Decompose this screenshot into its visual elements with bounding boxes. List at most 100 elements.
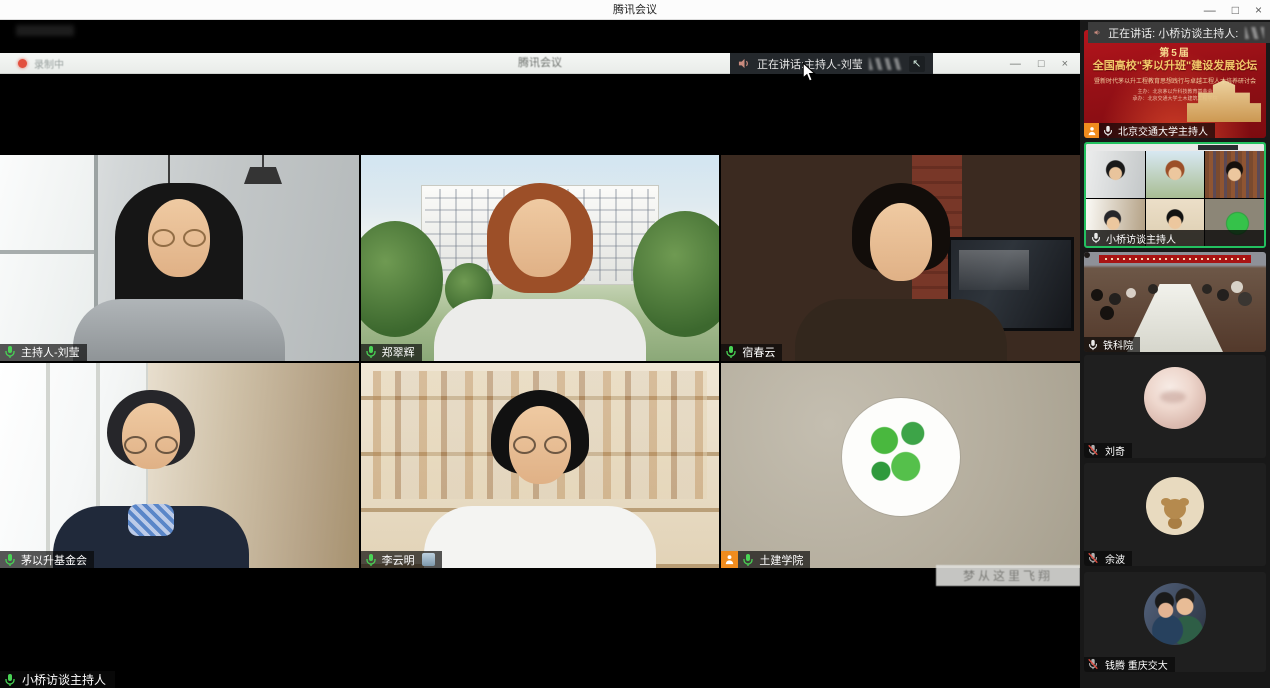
mic-on-icon <box>741 553 755 567</box>
inner-window-titlebar: 录制中 腾讯会议 正在讲话:主持人-刘莹 ↖ — □ × <box>0 53 1080 74</box>
name-tag: 主持人-刘莹 <box>0 344 87 361</box>
screen-watermark: 梦从这里飞翔 <box>936 565 1080 586</box>
thumbnail-liuqi[interactable]: 刘奇 <box>1084 355 1266 458</box>
poster-edition: 第5届 <box>1084 44 1266 59</box>
hand-raised-icon <box>721 551 738 568</box>
participant-video <box>425 183 655 361</box>
mini-tile <box>1205 151 1264 198</box>
status-emoji-chip <box>422 553 435 566</box>
mic-muted-icon <box>1087 658 1101 672</box>
avatar <box>1144 583 1206 645</box>
video-tile-host-liuying[interactable]: 主持人-刘莹 <box>0 155 359 361</box>
speaking-now-text: 正在讲话: 小桥访谈主持人: <box>1108 25 1238 41</box>
participant-name: 宿春云 <box>742 344 775 360</box>
avatar <box>1144 367 1206 429</box>
inner-window-controls: — □ × <box>1010 53 1068 74</box>
participant-name: 刘奇 <box>1105 443 1125 458</box>
name-tag: 铁科院 <box>1084 337 1140 352</box>
clover-avatar <box>842 398 960 516</box>
thumbnail-tiekeyuan[interactable]: 铁科院 <box>1084 252 1266 352</box>
name-tag: 余波 <box>1084 551 1132 566</box>
participant-name: 铁科院 <box>1103 337 1133 352</box>
mic-on-icon <box>364 345 378 359</box>
participant-name: 主持人-刘莹 <box>21 344 80 360</box>
mic-on-icon <box>364 553 378 567</box>
poster-title: 全国高校"茅以升班"建设发展论坛 <box>1084 60 1266 73</box>
poster-subtitle: 暨新时代茅以升工程教育思想践行与卓越工程人才培养研讨会 <box>1084 76 1266 85</box>
inner-minimize-button[interactable]: — <box>1010 58 1021 70</box>
name-tag-inner: 北京交通大学主持人 <box>1099 123 1215 138</box>
forum-poster: 第5届 全国高校"茅以升班"建设发展论坛 暨新时代茅以升工程教育思想践行与卓越工… <box>1084 30 1266 138</box>
mic-on-icon <box>3 553 17 567</box>
mic-muted-icon <box>1087 444 1101 458</box>
window-title: 腾讯会议 <box>0 0 1270 20</box>
inner-speaking-banner: 正在讲话:主持人-刘莹 ↖ <box>730 53 933 74</box>
name-tag-inner: 土建学院 <box>738 551 810 568</box>
participant-name: 茅以升基金会 <box>21 552 87 568</box>
video-tile-suchunyun[interactable]: 宿春云 <box>721 155 1080 361</box>
scarf-decor <box>128 504 174 536</box>
mic-on-icon <box>1090 232 1102 244</box>
name-tag: 土建学院 <box>721 551 810 568</box>
participant-name: 北京交通大学主持人 <box>1118 123 1208 138</box>
participant-name: 李云明 <box>382 552 415 568</box>
name-tag: 李云明 <box>361 551 442 568</box>
name-tag: 茅以升基金会 <box>0 551 94 568</box>
lamp-cord <box>262 155 264 169</box>
participant-video <box>36 390 266 568</box>
mini-tile <box>1146 151 1205 198</box>
minimize-button[interactable]: — <box>1204 0 1216 20</box>
participant-name: 土建学院 <box>759 552 803 568</box>
mic-on-icon <box>3 673 17 687</box>
speaker-icon <box>1094 26 1101 39</box>
video-tile-liyunming[interactable]: 李云明 <box>361 363 720 569</box>
back-arrow-icon[interactable]: ↖ <box>909 56 925 72</box>
inner-close-button[interactable]: × <box>1062 58 1068 70</box>
mic-on-icon <box>3 345 17 359</box>
video-tile-maoyisheng-foundation[interactable]: 茅以升基金会 <box>0 363 359 569</box>
wall-banner-decor <box>1099 255 1252 263</box>
name-tag: 宿春云 <box>721 344 782 361</box>
watermark-smudge <box>16 25 74 36</box>
name-tag: 小桥访谈主持人 <box>1086 230 1264 246</box>
close-button[interactable]: × <box>1255 0 1262 20</box>
thumbnail-yubo[interactable]: 余波 <box>1084 463 1266 566</box>
conference-table-decor <box>1127 284 1223 352</box>
blurred-logo <box>1245 27 1264 39</box>
video-tile-tujian-college[interactable]: 土建学院 <box>721 363 1080 569</box>
participant-video <box>64 183 294 361</box>
self-name: 小桥访谈主持人 <box>22 671 106 688</box>
mini-tile <box>1086 151 1145 198</box>
name-tag: 北京交通大学主持人 <box>1084 123 1215 138</box>
mic-on-icon <box>1087 339 1099 351</box>
maximize-button[interactable]: □ <box>1232 0 1239 20</box>
video-tile-zhengcuihui[interactable]: 郑翠辉 <box>361 155 720 361</box>
mic-muted-icon <box>1087 552 1101 566</box>
window-controls: — □ × <box>1204 0 1262 20</box>
mic-on-icon <box>724 345 738 359</box>
participant-name: 钱腾 重庆交大 <box>1105 657 1168 672</box>
hand-raised-icon <box>1084 123 1099 138</box>
mouse-cursor <box>802 62 816 82</box>
speaking-now-banner: 正在讲话: 小桥访谈主持人: <box>1088 22 1270 43</box>
participant-name: 小桥访谈主持人 <box>1106 231 1176 246</box>
thumbnail-xiaoqiao-host-active[interactable]: 小桥访谈主持人 <box>1084 142 1266 248</box>
teddy-bear-decor <box>1164 499 1186 519</box>
participant-video <box>786 183 1016 361</box>
inner-maximize-button[interactable]: □ <box>1038 58 1045 70</box>
tencent-meeting-window: 腾讯会议 — □ × 录制中 腾讯会议 正在讲话:主持人-刘莹 ↖ — □ <box>0 0 1270 688</box>
shared-screen-stage: 录制中 腾讯会议 正在讲话:主持人-刘莹 ↖ — □ × <box>0 20 1080 688</box>
name-tag: 钱腾 重庆交大 <box>1084 657 1175 672</box>
name-tag: 郑翠辉 <box>361 344 422 361</box>
blurred-logo <box>869 58 903 70</box>
participant-name: 余波 <box>1105 551 1125 566</box>
participant-name: 郑翠辉 <box>382 344 415 360</box>
mic-on-icon <box>1102 125 1114 137</box>
self-name-tag: 小桥访谈主持人 <box>0 671 115 688</box>
mini-titlebar <box>1086 144 1264 151</box>
thumbnail-bjtu-host[interactable]: 第5届 全国高校"茅以升班"建设发展论坛 暨新时代茅以升工程教育思想践行与卓越工… <box>1084 30 1266 138</box>
participant-video <box>425 390 655 568</box>
pendant-lamp <box>244 167 282 184</box>
thumbnail-qianteng[interactable]: 钱腾 重庆交大 <box>1084 572 1266 672</box>
video-grid: 主持人-刘莹 郑翠辉 <box>0 155 1080 568</box>
